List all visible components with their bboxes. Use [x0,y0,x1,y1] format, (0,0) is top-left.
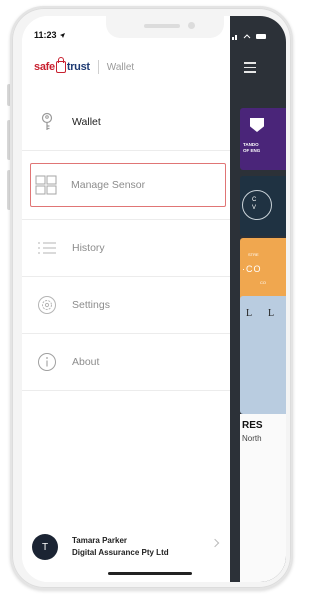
front-camera [188,22,195,29]
card-text: L [268,308,275,319]
card-text: C V [252,197,257,211]
header-divider [97,60,99,74]
card-logo [242,190,272,220]
menu-item-settings[interactable]: Settings [22,277,230,334]
profile-organization: Digital Assurance Pty Ltd [72,548,169,557]
menu-item-label: Wallet [72,116,101,128]
grid-icon [35,174,57,196]
menu-item-label: History [72,242,105,254]
menu-item-manage-sensor[interactable]: Manage Sensor [30,163,226,207]
hamburger-menu-icon[interactable] [244,62,256,76]
navigation-drawer: 11:23 safe trust Wallet Wallet Manage Se… [22,16,230,582]
status-time: 11:23 [34,30,66,40]
safetrust-logo: safe trust [34,57,90,73]
lock-icon [55,57,66,73]
key-icon [36,111,58,133]
profile-name: Tamara Parker [72,536,127,545]
detail-title: RES [242,420,263,431]
info-icon [36,351,58,373]
card-text: ·CO [242,264,262,274]
status-icons [230,32,270,42]
drawer-header: safe trust Wallet [34,57,135,76]
menu-item-wallet[interactable]: Wallet [22,94,230,151]
avatar: T [32,534,58,560]
card-text: TANDO OF ENG [243,142,261,153]
menu-item-label: About [72,356,100,368]
wallet-card[interactable]: L L [240,296,286,414]
crest-icon [250,118,264,132]
menu-item-label: Manage Sensor [71,179,146,191]
notch [106,16,224,38]
header-title: Wallet [106,61,135,73]
profile-info: Tamara Parker Digital Assurance Pty Ltd [72,535,169,559]
wallet-background-panel[interactable]: TANDO OF ENG C V STRE ·CO CO L L RES Nor… [230,16,286,582]
detail-panel: RES North [240,414,286,582]
phone-screen: TANDO OF ENG C V STRE ·CO CO L L RES Nor… [22,16,286,582]
location-arrow-icon [60,33,66,39]
card-text: L [246,308,253,319]
wallet-card[interactable]: TANDO OF ENG [240,108,286,170]
list-icon [36,237,58,259]
speaker [144,24,180,28]
wallet-card[interactable]: C V [240,176,286,236]
menu-item-history[interactable]: History [22,220,230,277]
chevron-right-icon [210,538,220,548]
card-text: STRE [248,252,259,257]
home-indicator[interactable] [108,572,192,575]
card-text: CO [260,280,266,285]
menu-item-label: Settings [72,299,110,311]
profile-row[interactable]: T Tamara Parker Digital Assurance Pty Lt… [32,526,222,568]
drawer-menu: Wallet Manage Sensor History Settings Ab… [22,94,230,391]
gear-icon [36,294,58,316]
menu-item-about[interactable]: About [22,334,230,391]
detail-subtitle: North [242,434,262,443]
